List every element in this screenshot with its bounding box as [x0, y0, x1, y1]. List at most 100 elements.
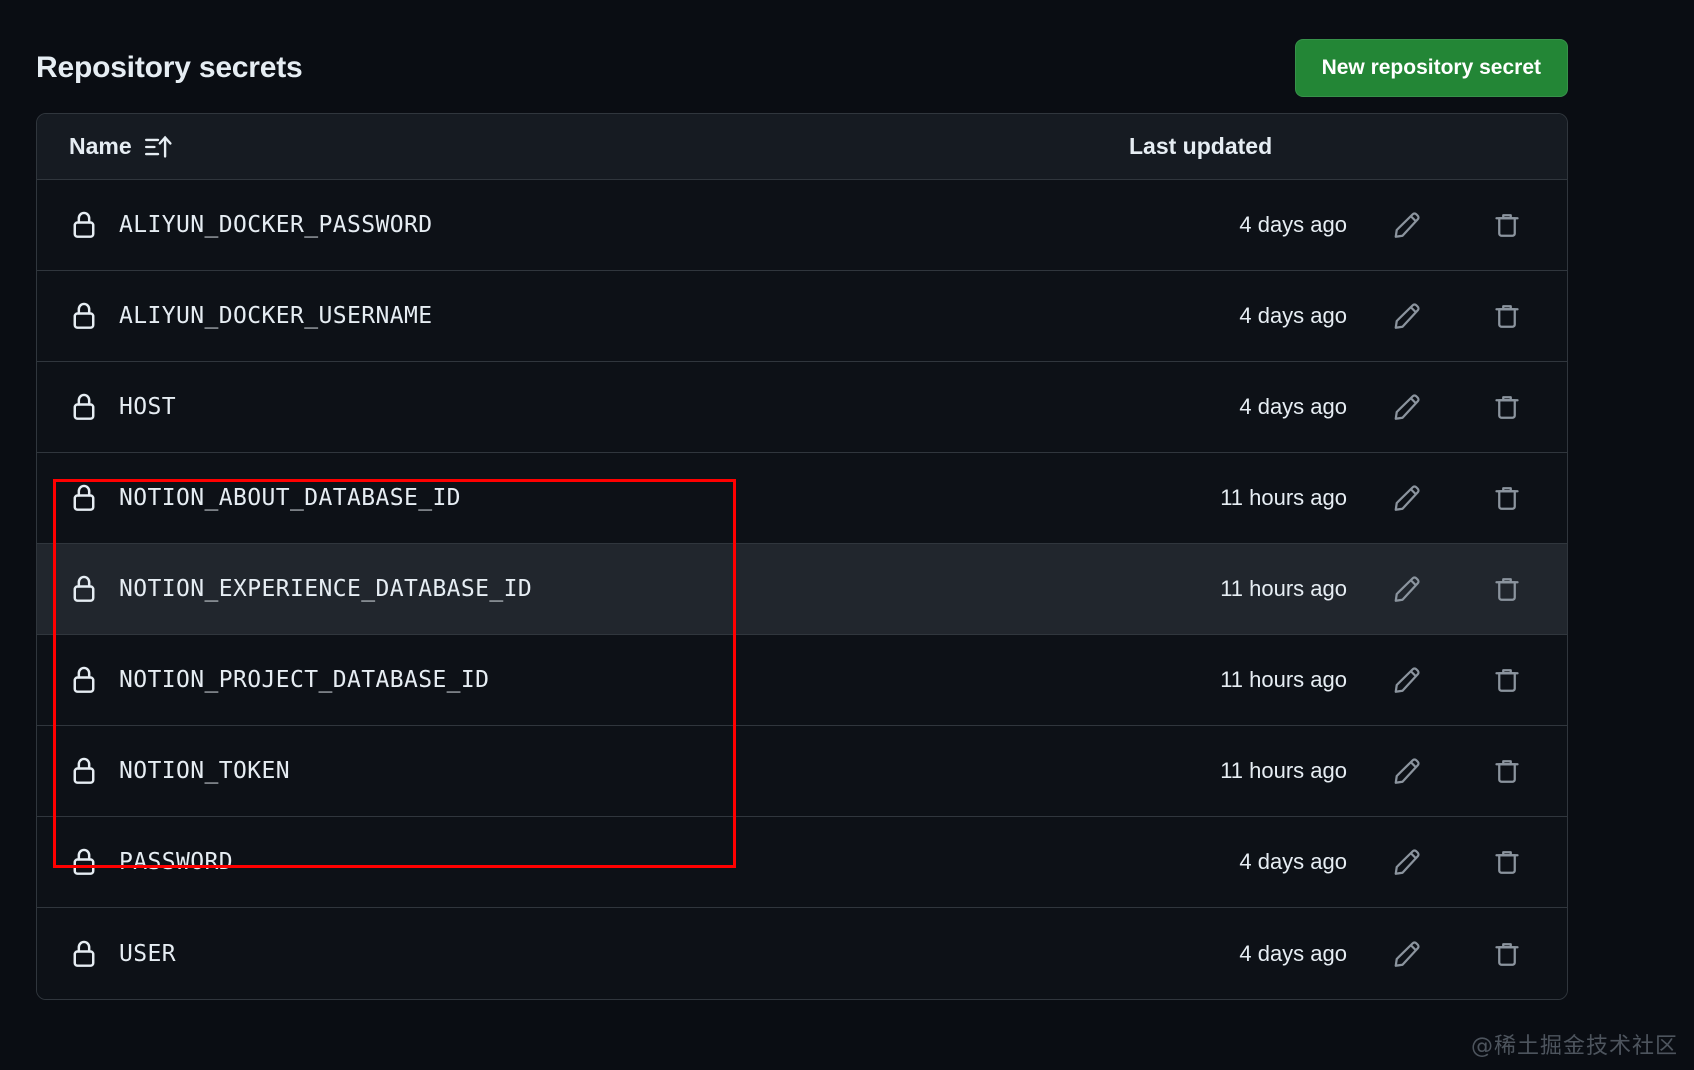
pencil-icon: [1392, 756, 1422, 786]
secrets-page: Repository secrets New repository secret…: [0, 0, 1694, 1070]
trash-icon: [1492, 210, 1522, 240]
secret-name-cell: PASSWORD: [69, 846, 1119, 878]
pencil-icon: [1392, 210, 1422, 240]
delete-secret-button[interactable]: [1485, 749, 1529, 793]
edit-secret-button[interactable]: [1385, 203, 1429, 247]
secret-name-cell: ALIYUN_DOCKER_PASSWORD: [69, 209, 1119, 241]
secret-last-updated: 4 days ago: [1239, 303, 1347, 328]
secret-actions: [1385, 932, 1535, 976]
secret-last-updated: 11 hours ago: [1220, 667, 1347, 692]
table-header-row: Name Last updated: [37, 114, 1567, 180]
secret-name: NOTION_ABOUT_DATABASE_ID: [119, 485, 461, 511]
trash-icon: [1492, 939, 1522, 969]
delete-secret-button[interactable]: [1485, 476, 1529, 520]
table-row[interactable]: PASSWORD 4 days ago: [37, 817, 1567, 908]
delete-secret-button[interactable]: [1485, 658, 1529, 702]
edit-secret-button[interactable]: [1385, 932, 1429, 976]
table-row[interactable]: NOTION_TOKEN 11 hours ago: [37, 726, 1567, 817]
edit-secret-button[interactable]: [1385, 476, 1429, 520]
secret-actions: [1385, 476, 1535, 520]
lock-icon: [69, 482, 99, 514]
column-header-name-label: Name: [69, 133, 132, 159]
table-row[interactable]: HOST 4 days ago: [37, 362, 1567, 453]
table-row[interactable]: USER 4 days ago: [37, 908, 1567, 999]
secret-last-updated: 4 days ago: [1239, 849, 1347, 874]
pencil-icon: [1392, 939, 1422, 969]
lock-icon: [69, 300, 99, 332]
secret-name-cell: NOTION_TOKEN: [69, 755, 1119, 787]
secret-name: USER: [119, 940, 176, 967]
secret-last-updated: 11 hours ago: [1220, 758, 1347, 783]
secret-name-cell: ALIYUN_DOCKER_USERNAME: [69, 300, 1119, 332]
trash-icon: [1492, 301, 1522, 331]
edit-secret-button[interactable]: [1385, 840, 1429, 884]
trash-icon: [1492, 392, 1522, 422]
lock-icon: [69, 391, 99, 423]
trash-icon: [1492, 665, 1522, 695]
delete-secret-button[interactable]: [1485, 932, 1529, 976]
pencil-icon: [1392, 483, 1422, 513]
secret-name-cell: USER: [69, 938, 1119, 970]
secret-name: PASSWORD: [119, 849, 233, 875]
page-title: Repository secrets: [36, 51, 303, 84]
secret-actions: [1385, 840, 1535, 884]
table-row[interactable]: NOTION_PROJECT_DATABASE_ID 11 hours ago: [37, 635, 1567, 726]
lock-icon: [69, 846, 99, 878]
lock-icon: [69, 755, 99, 787]
lock-icon: [69, 573, 99, 605]
pencil-icon: [1392, 665, 1422, 695]
delete-secret-button[interactable]: [1485, 203, 1529, 247]
new-repository-secret-button[interactable]: New repository secret: [1294, 39, 1568, 97]
secret-actions: [1385, 294, 1535, 338]
secret-name: ALIYUN_DOCKER_PASSWORD: [119, 212, 433, 238]
page-header: Repository secrets New repository secret: [36, 36, 1568, 100]
secret-actions: [1385, 203, 1535, 247]
pencil-icon: [1392, 847, 1422, 877]
table-row[interactable]: NOTION_ABOUT_DATABASE_ID 11 hours ago: [37, 453, 1567, 544]
table-row[interactable]: NOTION_EXPERIENCE_DATABASE_ID 11 hours a…: [37, 544, 1567, 635]
trash-icon: [1492, 483, 1522, 513]
secret-name: NOTION_TOKEN: [119, 758, 290, 784]
secret-name: HOST: [119, 394, 176, 420]
column-header-name: Name: [69, 133, 1119, 160]
secret-name-cell: NOTION_PROJECT_DATABASE_ID: [69, 664, 1119, 696]
table-row[interactable]: ALIYUN_DOCKER_USERNAME 4 days ago: [37, 271, 1567, 362]
secret-name: NOTION_PROJECT_DATABASE_ID: [119, 667, 490, 693]
secret-name-cell: NOTION_EXPERIENCE_DATABASE_ID: [69, 573, 1119, 605]
pencil-icon: [1392, 574, 1422, 604]
sort-ascending-icon[interactable]: [143, 134, 173, 160]
delete-secret-button[interactable]: [1485, 567, 1529, 611]
edit-secret-button[interactable]: [1385, 658, 1429, 702]
pencil-icon: [1392, 301, 1422, 331]
secret-last-updated: 4 days ago: [1239, 940, 1347, 966]
secret-last-updated: 4 days ago: [1239, 394, 1347, 419]
trash-icon: [1492, 847, 1522, 877]
secrets-table: Name Last updated ALIYUN_DOCKER_PASSWORD…: [36, 113, 1568, 1000]
secret-name-cell: NOTION_ABOUT_DATABASE_ID: [69, 482, 1119, 514]
lock-icon: [69, 664, 99, 696]
secret-last-updated: 11 hours ago: [1220, 485, 1347, 510]
secret-actions: [1385, 749, 1535, 793]
lock-icon: [69, 209, 99, 241]
edit-secret-button[interactable]: [1385, 385, 1429, 429]
column-header-last-updated: Last updated: [1129, 133, 1273, 159]
watermark: @稀土掘金技术社区: [1470, 1034, 1678, 1059]
lock-icon: [69, 938, 99, 970]
secret-actions: [1385, 567, 1535, 611]
secret-name-cell: HOST: [69, 391, 1119, 423]
edit-secret-button[interactable]: [1385, 567, 1429, 611]
table-row[interactable]: ALIYUN_DOCKER_PASSWORD 4 days ago: [37, 180, 1567, 271]
delete-secret-button[interactable]: [1485, 385, 1529, 429]
secret-name: NOTION_EXPERIENCE_DATABASE_ID: [119, 576, 533, 602]
trash-icon: [1492, 756, 1522, 786]
secret-name: ALIYUN_DOCKER_USERNAME: [119, 303, 433, 329]
edit-secret-button[interactable]: [1385, 294, 1429, 338]
delete-secret-button[interactable]: [1485, 840, 1529, 884]
secret-last-updated: 11 hours ago: [1220, 576, 1347, 601]
secret-actions: [1385, 385, 1535, 429]
pencil-icon: [1392, 392, 1422, 422]
secret-actions: [1385, 658, 1535, 702]
trash-icon: [1492, 574, 1522, 604]
edit-secret-button[interactable]: [1385, 749, 1429, 793]
delete-secret-button[interactable]: [1485, 294, 1529, 338]
